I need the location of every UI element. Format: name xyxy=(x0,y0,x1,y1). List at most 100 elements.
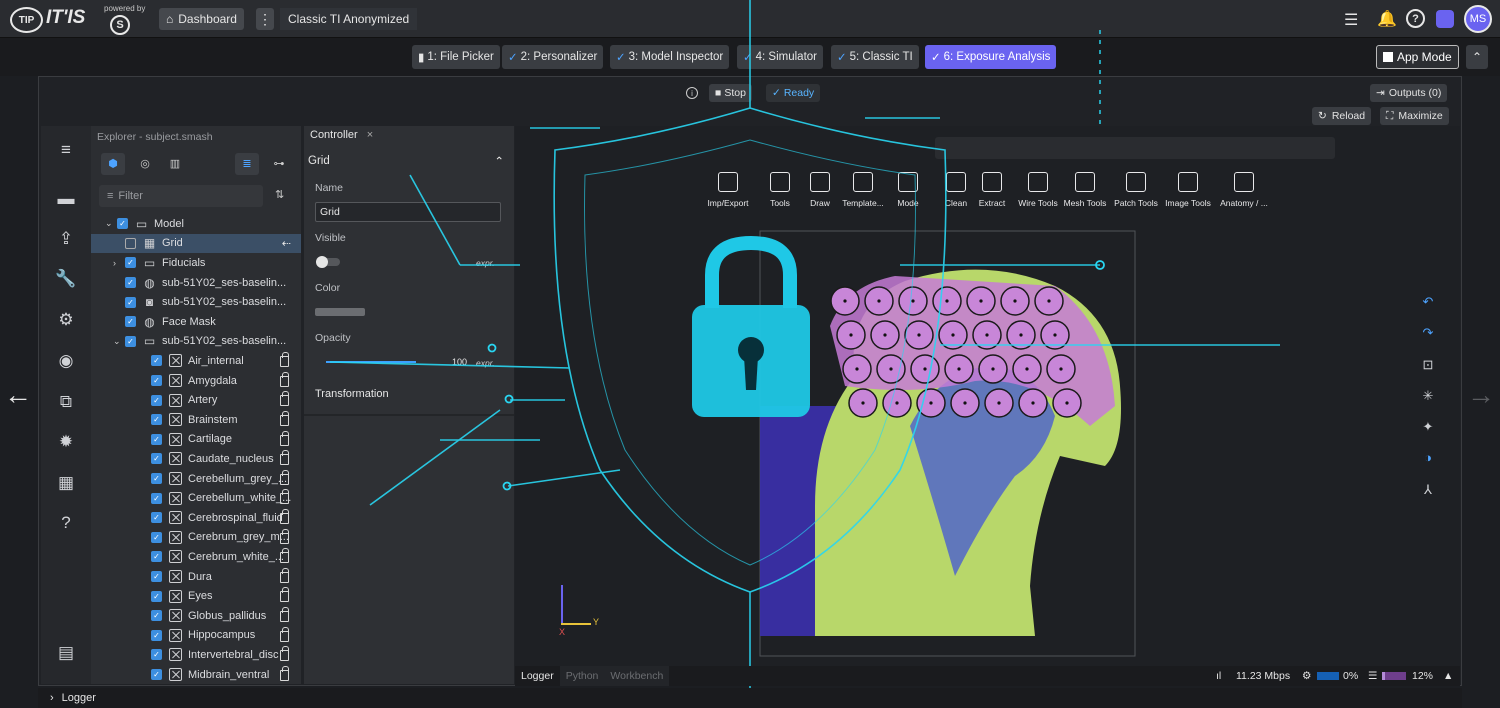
tree-item[interactable]: ✓ Globus_pallidus xyxy=(91,606,301,626)
expand-up-icon[interactable]: ▲ xyxy=(1443,670,1453,682)
layout-icon[interactable]: ▦ xyxy=(41,473,91,493)
tree-view-icon[interactable]: ⊶ xyxy=(269,153,289,175)
zoom-fit-icon[interactable]: ⊡ xyxy=(1420,357,1436,373)
visibility-checkbox[interactable]: ✓ xyxy=(151,375,162,387)
visibility-checkbox[interactable]: ✓ xyxy=(125,257,136,269)
lock-icon[interactable] xyxy=(280,411,289,426)
opacity-expr[interactable]: expr. xyxy=(476,358,495,368)
tree-item[interactable]: ✓ Cartilage xyxy=(91,430,301,450)
visibility-checkbox[interactable]: ✓ xyxy=(151,512,162,524)
lock-icon[interactable] xyxy=(280,371,289,387)
filter-input[interactable]: ≡ Filter xyxy=(99,185,263,207)
bottom-tab[interactable]: Python xyxy=(559,666,605,686)
tree-item[interactable]: ✓ Intervertebral_disc xyxy=(91,645,301,665)
step-tab-2[interactable]: ✓ 2: Personalizer xyxy=(502,45,604,69)
bell-icon[interactable]: 🔔 xyxy=(1377,9,1397,29)
tree-item[interactable]: ✓ Caudate_nucleus xyxy=(91,449,301,469)
tree-item[interactable]: ✓ Amygdala xyxy=(91,371,301,391)
visibility-checkbox[interactable]: ✓ xyxy=(117,218,128,230)
lock-icon[interactable] xyxy=(280,548,289,564)
stop-button[interactable]: ■ Stop xyxy=(709,84,752,102)
redo-icon[interactable]: ↷ xyxy=(1420,325,1436,341)
close-tab-icon[interactable]: × xyxy=(367,129,373,141)
visibility-checkbox[interactable]: ✓ xyxy=(151,453,162,465)
view-layers-icon[interactable]: ◎ xyxy=(135,153,155,175)
console-icon[interactable]: ▤ xyxy=(41,643,91,663)
sort-icon[interactable]: ⇅ xyxy=(275,188,284,201)
gear-icon[interactable]: ✹ xyxy=(41,432,91,452)
chevron-down-icon[interactable]: ⌄ xyxy=(105,218,117,229)
chevron-right-icon[interactable]: › xyxy=(113,258,125,268)
step-tab-6[interactable]: ✓ 6: Exposure Analysis xyxy=(925,45,1057,69)
lock-icon[interactable] xyxy=(280,352,289,368)
help-icon[interactable]: ? xyxy=(1406,9,1425,28)
visible-toggle[interactable] xyxy=(316,256,340,268)
tree-item[interactable]: ✓ ◙ sub-51Y02_ses-baselin... xyxy=(91,292,301,312)
chevron-down-icon[interactable]: ⌄ xyxy=(113,336,125,347)
visibility-checkbox[interactable]: ✓ xyxy=(151,492,162,504)
tree-item[interactable]: ▦ Grid ⇠ xyxy=(91,233,301,254)
bottom-tab[interactable]: Logger xyxy=(515,666,560,686)
pin-icon[interactable]: ⇠ xyxy=(282,237,291,250)
next-arrow-icon[interactable]: → xyxy=(1467,379,1495,411)
magnet-icon[interactable]: ◑ xyxy=(1420,450,1436,465)
lock-icon[interactable] xyxy=(280,430,289,446)
visibility-checkbox[interactable]: ✓ xyxy=(151,473,162,485)
toolbar-button[interactable]: Anatomy / ... xyxy=(1216,172,1272,208)
lock-icon[interactable] xyxy=(280,509,289,524)
toolbar-button[interactable]: Imp/Export xyxy=(700,172,756,208)
tree-item[interactable]: ✓ Cerebrospinal_fluid xyxy=(91,508,301,528)
tree-item[interactable]: ✓ Air_internal xyxy=(91,351,301,371)
folder-icon[interactable]: ▬ xyxy=(41,189,91,209)
visibility-checkbox[interactable]: ✓ xyxy=(151,355,162,367)
app-mode-button[interactable]: App Mode xyxy=(1376,45,1459,69)
list-view-icon[interactable]: ≣ xyxy=(235,153,259,175)
visibility-checkbox[interactable]: ✓ xyxy=(125,335,136,347)
color-swatch[interactable] xyxy=(315,308,365,316)
tree-item[interactable]: ✓ Cerebrum_grey_m... xyxy=(91,528,301,548)
step-tab-5[interactable]: ✓ 5: Classic TI xyxy=(831,45,919,69)
visibility-checkbox[interactable] xyxy=(125,237,136,249)
visibility-checkbox[interactable]: ✓ xyxy=(125,296,136,308)
eye-icon[interactable]: ◉ xyxy=(41,351,91,371)
visibility-checkbox[interactable]: ✓ xyxy=(151,433,162,445)
tree-item[interactable]: ✓ Dura xyxy=(91,567,301,587)
lock-icon[interactable] xyxy=(280,489,289,505)
light-icon[interactable]: ✦ xyxy=(1420,419,1436,435)
outputs-button[interactable]: ⇥ Outputs (0) xyxy=(1370,84,1448,102)
step-tab-1[interactable]: ▮ 1: File Picker xyxy=(412,45,500,69)
maximize-button[interactable]: ⛶ Maximize xyxy=(1380,107,1449,125)
grid-section-header[interactable]: Grid ⌃ xyxy=(304,148,514,174)
user-avatar[interactable]: MS xyxy=(1464,5,1492,33)
settings-icon[interactable]: ⚙ xyxy=(41,310,91,330)
visibility-checkbox[interactable]: ✓ xyxy=(151,649,162,661)
export-icon[interactable]: ⧉ xyxy=(41,392,91,412)
axes-icon[interactable]: ⅄ xyxy=(1420,482,1436,498)
toolbar-button[interactable]: Image Tools xyxy=(1160,172,1216,208)
lock-icon[interactable] xyxy=(280,528,289,544)
lock-icon[interactable] xyxy=(280,567,289,583)
upload-icon[interactable]: ⇪ xyxy=(41,229,91,249)
toolbar-button[interactable]: Patch Tools xyxy=(1108,172,1164,208)
lock-icon[interactable] xyxy=(280,391,289,407)
visibility-checkbox[interactable]: ✓ xyxy=(151,610,162,622)
lock-icon[interactable] xyxy=(280,626,289,642)
step-tab-4[interactable]: ✓ 4: Simulator xyxy=(737,45,823,69)
toolbar-button[interactable]: Mesh Tools xyxy=(1057,172,1113,208)
tree-item[interactable]: ✓ Eyes xyxy=(91,586,301,606)
visibility-checkbox[interactable]: ✓ xyxy=(151,571,162,583)
tree-item[interactable]: ✓ Cerebrum_white_... xyxy=(91,547,301,567)
collapse-chevron-icon[interactable]: ⌃ xyxy=(1466,45,1488,69)
logger-bar[interactable]: › Logger xyxy=(38,688,1462,708)
credits-icon[interactable] xyxy=(1436,10,1454,28)
task-list-icon[interactable]: ☰ xyxy=(1344,10,1358,30)
visible-expr[interactable]: expr. xyxy=(476,258,495,268)
reload-button[interactable]: ↻ Reload xyxy=(1312,107,1372,125)
menu-icon[interactable]: ≡ xyxy=(41,140,91,160)
controller-tab[interactable]: Controller × xyxy=(304,129,373,147)
tree-item[interactable]: ✓ Brainstem xyxy=(91,410,301,430)
visibility-checkbox[interactable]: ✓ xyxy=(151,531,162,543)
dashboard-button[interactable]: ⌂ Dashboard xyxy=(159,8,244,30)
view-chart-icon[interactable]: ▥ xyxy=(165,153,185,175)
visibility-checkbox[interactable]: ✓ xyxy=(151,590,162,602)
